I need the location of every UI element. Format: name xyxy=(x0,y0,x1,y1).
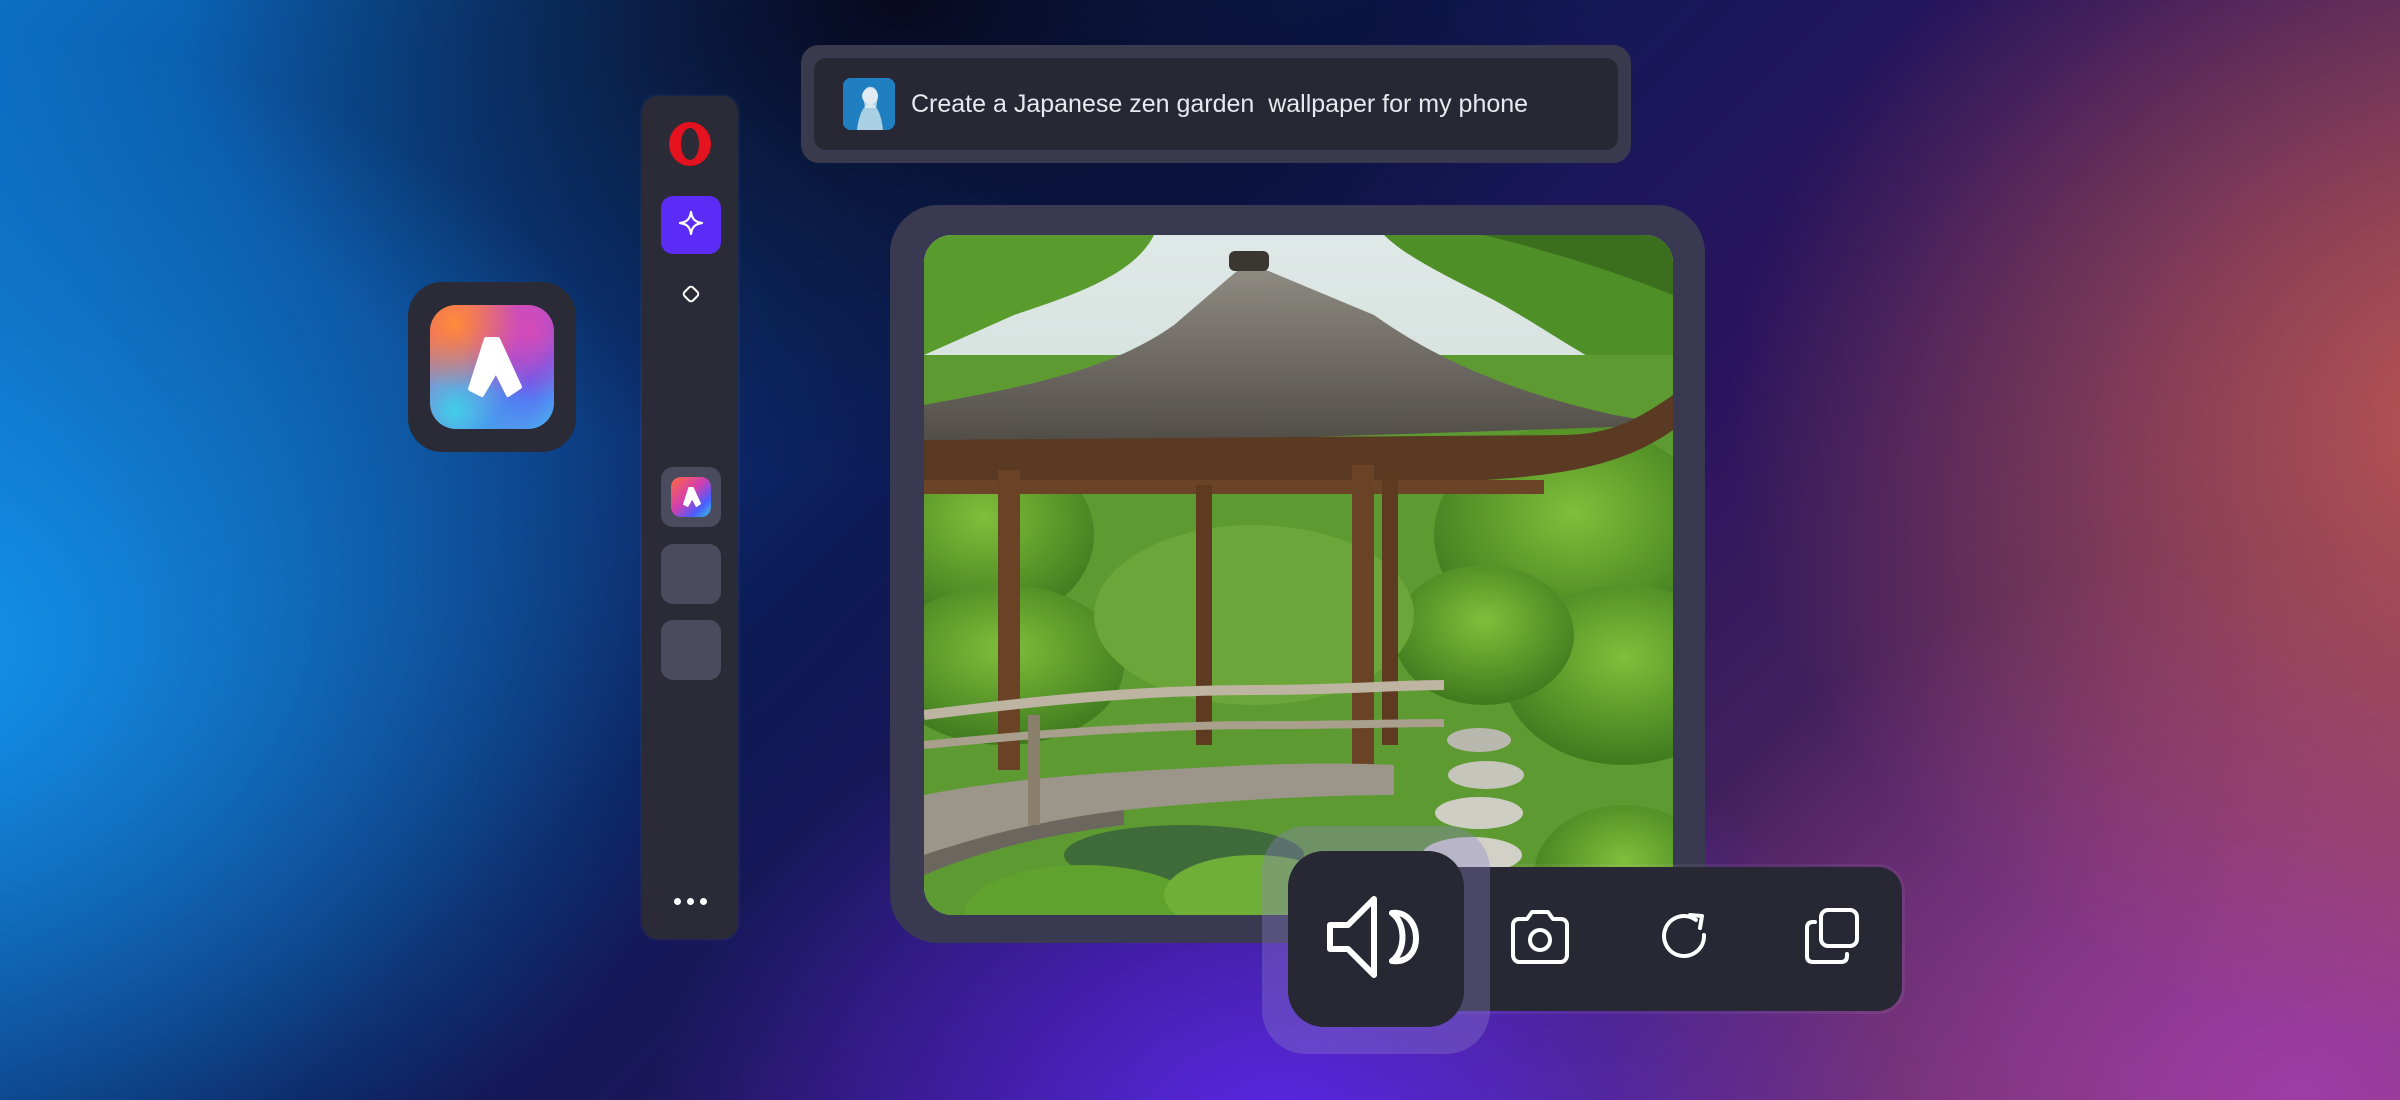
diamond-icon xyxy=(679,282,703,311)
aria-app-tile[interactable] xyxy=(408,282,576,452)
sidebar-item-empty-2[interactable] xyxy=(661,620,721,680)
sidebar-item-aria-app[interactable] xyxy=(661,467,721,527)
sparkle-icon xyxy=(678,210,704,241)
opera-logo-icon[interactable] xyxy=(666,120,714,168)
refresh-icon xyxy=(1656,907,1716,972)
prompt-bubble: Create a Japanese zen garden wallpaper f… xyxy=(801,45,1631,163)
copy-icon xyxy=(1801,906,1863,973)
read-aloud-button[interactable] xyxy=(1288,851,1464,1027)
prompt-box: Create a Japanese zen garden wallpaper f… xyxy=(814,58,1618,150)
regenerate-button[interactable] xyxy=(1650,903,1722,975)
sidebar-item-diamond[interactable] xyxy=(671,276,711,316)
zen-garden-pavilion-image[interactable] xyxy=(924,235,1673,915)
browser-sidebar xyxy=(642,96,738,939)
prompt-text: Create a Japanese zen garden wallpaper f… xyxy=(911,90,1529,118)
camera-icon xyxy=(1507,907,1573,972)
more-dots-icon[interactable] xyxy=(666,892,714,910)
aria-app-icon xyxy=(430,305,554,429)
aria-app-icon xyxy=(671,477,711,517)
sidebar-item-aria[interactable] xyxy=(661,196,721,254)
speaker-icon xyxy=(1322,889,1430,990)
user-avatar xyxy=(843,78,895,130)
copy-button[interactable] xyxy=(1796,903,1868,975)
sidebar-item-empty-1[interactable] xyxy=(661,544,721,604)
camera-button[interactable] xyxy=(1504,903,1576,975)
